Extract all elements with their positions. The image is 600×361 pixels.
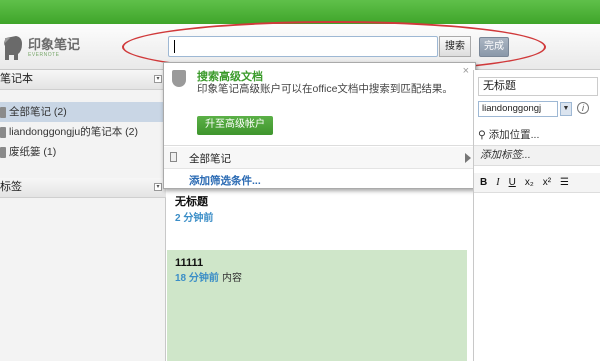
elephant-icon: [4, 36, 22, 60]
logo-text: 印象笔记: [28, 37, 81, 52]
sidebar-item-all-notes[interactable]: 全部笔记 (2): [0, 102, 166, 122]
format-toolbar: B I U x₂ x² ☰: [474, 173, 600, 193]
trash-icon: [0, 146, 6, 158]
subscript-button[interactable]: x₂: [525, 177, 534, 188]
note-title: 无标题: [175, 196, 208, 208]
sidebar-item-trash[interactable]: 废纸篓 (1): [0, 142, 166, 162]
list-item[interactable]: 11111 18 分钟前 内容: [167, 250, 467, 361]
chevron-right-icon: [465, 153, 471, 163]
search-scope-label: 全部笔记: [189, 153, 231, 165]
underline-button[interactable]: U: [509, 177, 516, 188]
notebooks-header-label: 笔记本: [0, 73, 33, 85]
add-tag-field[interactable]: 添加标签...: [474, 145, 600, 166]
tags-section-header[interactable]: 标签 ▾: [0, 178, 166, 198]
info-icon[interactable]: i: [577, 102, 589, 114]
logo-subtext: EVERNOTE: [28, 52, 60, 58]
list-icon[interactable]: ☰: [560, 177, 569, 188]
note-title-field[interactable]: 无标题: [478, 77, 598, 96]
premium-search-description: 印象笔记高级账户可以在office文档中搜索到匹配结果。: [197, 83, 453, 95]
bold-button[interactable]: B: [480, 177, 487, 188]
collapse-icon[interactable]: ▾: [154, 75, 162, 83]
note-time: 18 分钟前: [175, 273, 219, 284]
note-editor: 无标题 liandonggongj ▼ i ⚲ 添加位置... 添加标签... …: [473, 70, 600, 361]
shield-icon: [172, 70, 186, 87]
search-dropdown: 搜索高级文档 × 印象笔记高级账户可以在office文档中搜索到匹配结果。 升至…: [163, 62, 476, 189]
add-filter-link[interactable]: 添加筛选条件...: [189, 173, 261, 188]
sidebar-item-label: 全部笔记 (2): [9, 106, 67, 118]
collapse-icon[interactable]: ▾: [154, 183, 162, 191]
superscript-button[interactable]: x²: [543, 177, 551, 188]
tags-header-label: 标签: [0, 181, 22, 193]
location-pin-icon: ⚲: [478, 129, 486, 141]
search-scope-row[interactable]: 全部笔记: [164, 147, 475, 169]
notebook-icon: [0, 106, 6, 118]
note-time: 2 分钟前: [175, 213, 214, 224]
add-location-label: 添加位置...: [488, 129, 540, 141]
notebooks-section-header[interactable]: 笔记本 ▾: [0, 70, 166, 90]
notebook-icon: [0, 126, 6, 138]
evernote-window: 印象笔记 EVERNOTE 搜索 完成 笔记本 ▾ 全部笔记 (2) liand…: [0, 0, 600, 361]
italic-button[interactable]: I: [496, 177, 499, 188]
upgrade-premium-button[interactable]: 升至高级帐户: [197, 116, 273, 135]
app-logo: 印象笔记 EVERNOTE: [2, 32, 80, 64]
note-snippet: 内容: [221, 273, 242, 284]
note-title: 11111: [175, 257, 204, 269]
sidebar-item-label: 废纸篓 (1): [9, 146, 57, 158]
chevron-down-icon[interactable]: ▼: [560, 102, 572, 116]
divider: [164, 145, 475, 146]
close-icon[interactable]: ×: [463, 65, 469, 77]
notebook-icon: [170, 152, 177, 162]
sidebar: 笔记本 ▾ 全部笔记 (2) liandonggongju的笔记本 (2) 废纸…: [0, 70, 166, 361]
sidebar-item-notebook[interactable]: liandonggongju的笔记本 (2): [0, 122, 166, 142]
sidebar-item-label: liandonggongju的笔记本 (2): [9, 126, 138, 138]
add-location-link[interactable]: ⚲ 添加位置...: [478, 127, 539, 142]
note-list: 无标题 2 分钟前 11111 18 分钟前 内容: [167, 190, 467, 361]
list-item[interactable]: 无标题 2 分钟前: [167, 190, 467, 250]
premium-search-title: 搜索高级文档: [197, 71, 263, 83]
notebook-select[interactable]: liandonggongj: [478, 101, 558, 117]
